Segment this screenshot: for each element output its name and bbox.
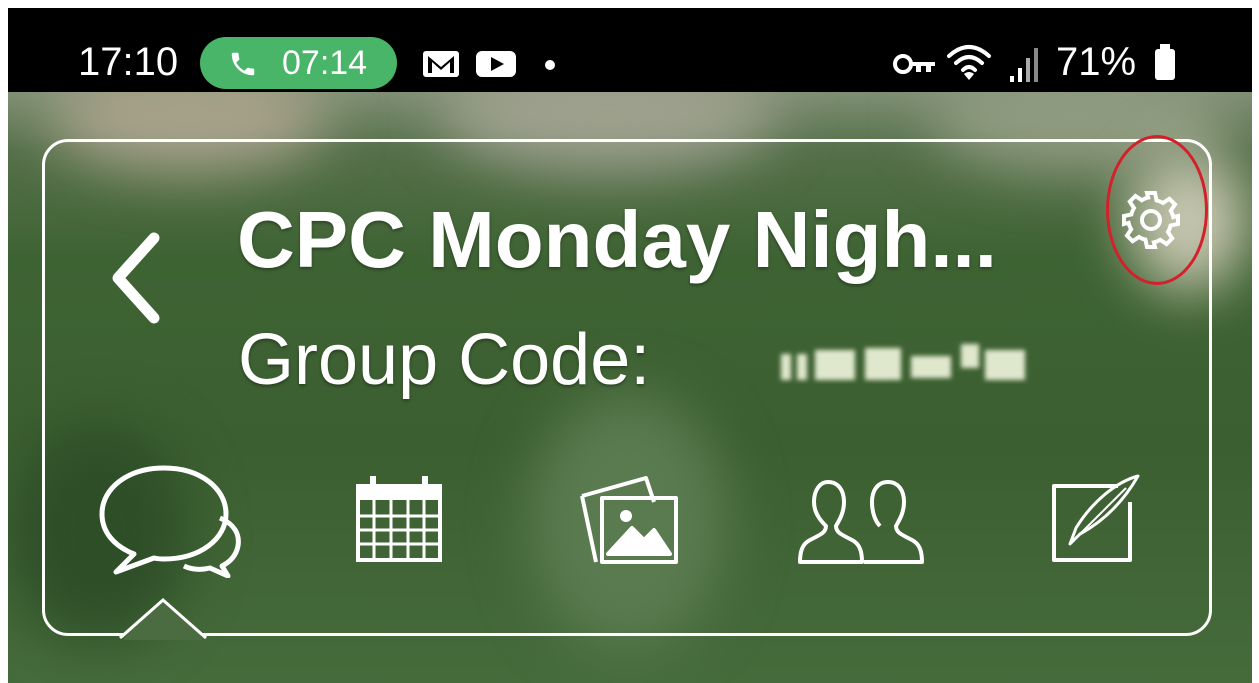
battery-icon [1155,44,1175,80]
youtube-icon [476,51,516,77]
selected-tab-pointer [119,597,207,640]
group-code-label: Group Code: [238,320,651,400]
members-icon [798,480,924,564]
redacted-group-code [781,344,1025,380]
gmail-icon [423,51,459,77]
chat-bubbles-icon [99,465,241,578]
quill-note-icon [1052,474,1140,562]
vpn-key-icon [893,54,935,74]
tab-photos[interactable] [574,472,686,568]
photos-icon [580,476,678,564]
group-title: CPC Monday Nigh... [237,195,997,284]
highlight-circle-annotation [1106,135,1208,285]
back-button[interactable] [106,232,166,324]
tab-members[interactable] [796,472,926,568]
phone-icon [231,52,255,76]
tab-calendar[interactable] [354,472,444,564]
battery-percentage: 71% [1056,40,1137,84]
signal-icon [1010,48,1038,82]
tab-chat[interactable] [94,462,242,578]
status-time: 17:10 [78,40,179,84]
dot-icon [545,60,555,70]
call-duration: 07:14 [282,44,368,82]
wifi-icon [947,45,991,80]
calendar-icon [356,476,442,562]
tab-notes[interactable] [1046,472,1142,568]
ongoing-call-pill[interactable]: 07:14 [200,37,397,89]
